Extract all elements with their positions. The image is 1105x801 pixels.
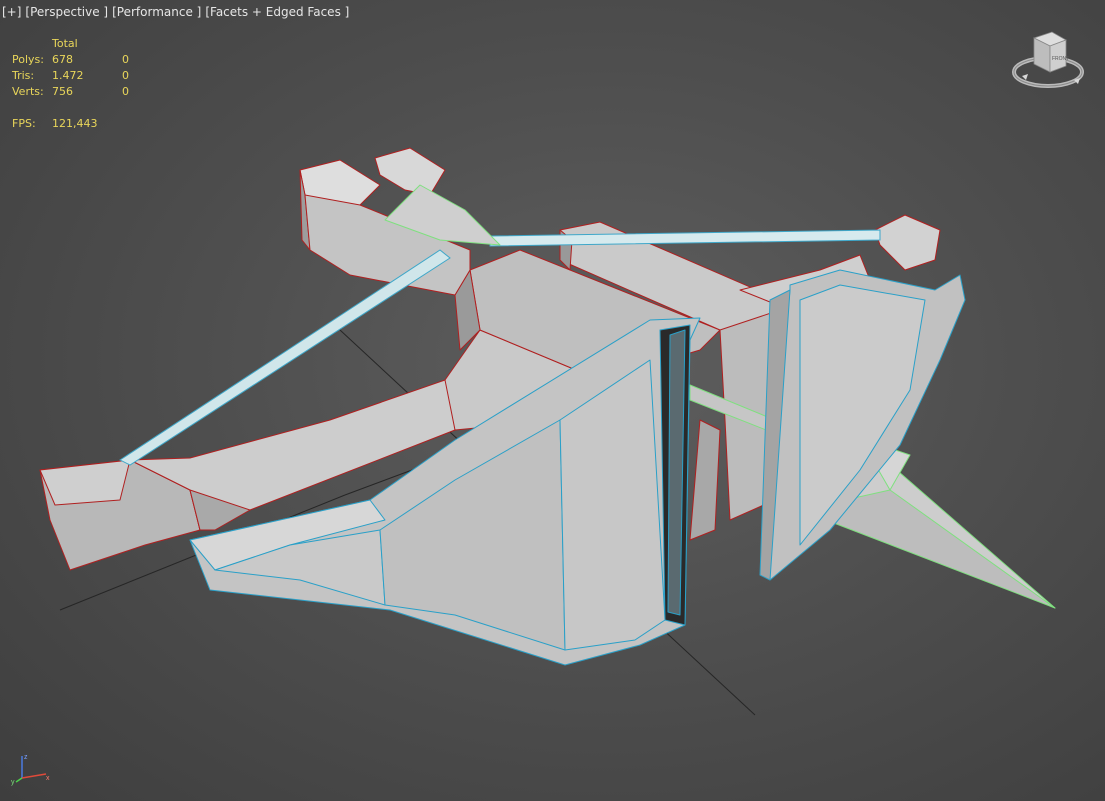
stats-label: Tris: [12,69,35,82]
stats-selected: 0 [122,85,129,98]
viewcube-icon[interactable]: FRONT [1010,28,1086,92]
axis-y-label: y [11,779,15,786]
viewport-scene[interactable] [0,0,1105,801]
stats-total: 1.472 [52,69,84,82]
stats-selected: 0 [122,53,129,66]
viewport-point-of-view-menu[interactable]: [Perspective ] [25,4,108,20]
stats-header-total: Total [52,37,78,50]
perspective-viewport[interactable]: [+] [Perspective ] [Performance ] [Facet… [0,0,1105,801]
viewport-shading-menu[interactable]: [Facets + Edged Faces ] [205,4,349,20]
viewcube-face-label: FRONT [1052,56,1069,62]
stats-total: 678 [52,53,73,66]
viewport-performance-menu[interactable]: [Performance ] [112,4,201,20]
axis-x-label: x [46,775,50,782]
stats-total: 756 [52,85,73,98]
stats-fps-value: 121,443 [52,117,98,130]
stats-selected: 0 [122,69,129,82]
axis-z-label: z [24,754,28,761]
axis-tripod-icon: z x y [11,754,50,786]
stats-label: Polys: [12,53,44,66]
stats-label: Verts: [12,85,44,98]
viewport-general-menu[interactable]: [+] [2,4,21,20]
stats-fps-label: FPS: [12,117,36,130]
viewport-label-menu: [+] [Perspective ] [Performance ] [Facet… [2,4,349,20]
